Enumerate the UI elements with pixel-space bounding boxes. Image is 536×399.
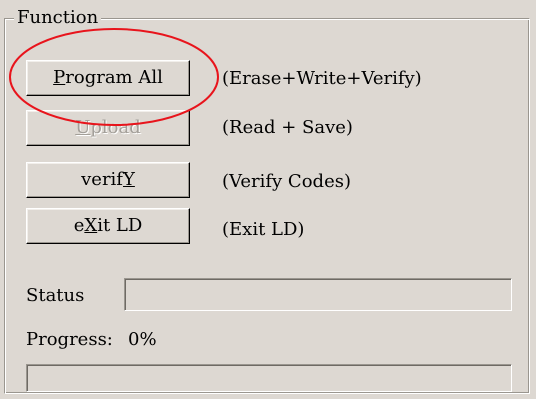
program-all-label: Program All (53, 67, 163, 88)
program-all-accel: P (53, 67, 66, 88)
exit-ld-button[interactable]: eXit LD (26, 208, 190, 244)
upload-label-rest: pload (90, 117, 141, 138)
verify-accel: Y (122, 169, 135, 190)
verify-label-pre: verif (81, 169, 123, 190)
progress-label: Progress: (26, 329, 113, 350)
exit-label-post: it LD (97, 215, 143, 236)
verify-description: (Verify Codes) (222, 171, 351, 192)
status-field (124, 278, 512, 311)
function-panel: { "group": { "title": "Function" }, "but… (0, 0, 536, 399)
exit-accel: X (84, 215, 98, 236)
group-title: Function (14, 7, 102, 29)
program-all-description: (Erase+Write+Verify) (222, 68, 422, 89)
upload-accel: U (75, 117, 91, 138)
upload-label: Upload (75, 117, 141, 138)
upload-description: (Read + Save) (222, 117, 353, 138)
program-all-label-rest: rogram All (65, 67, 163, 88)
exit-description: (Exit LD) (222, 219, 305, 240)
progress-bar (26, 364, 512, 392)
upload-button[interactable]: Upload (26, 110, 190, 146)
progress-percent: 0% (128, 329, 157, 350)
verify-button[interactable]: verifY (26, 162, 190, 198)
program-all-button[interactable]: Program All (26, 60, 190, 96)
exit-label-pre: e (73, 215, 85, 236)
status-label: Status (26, 285, 85, 306)
